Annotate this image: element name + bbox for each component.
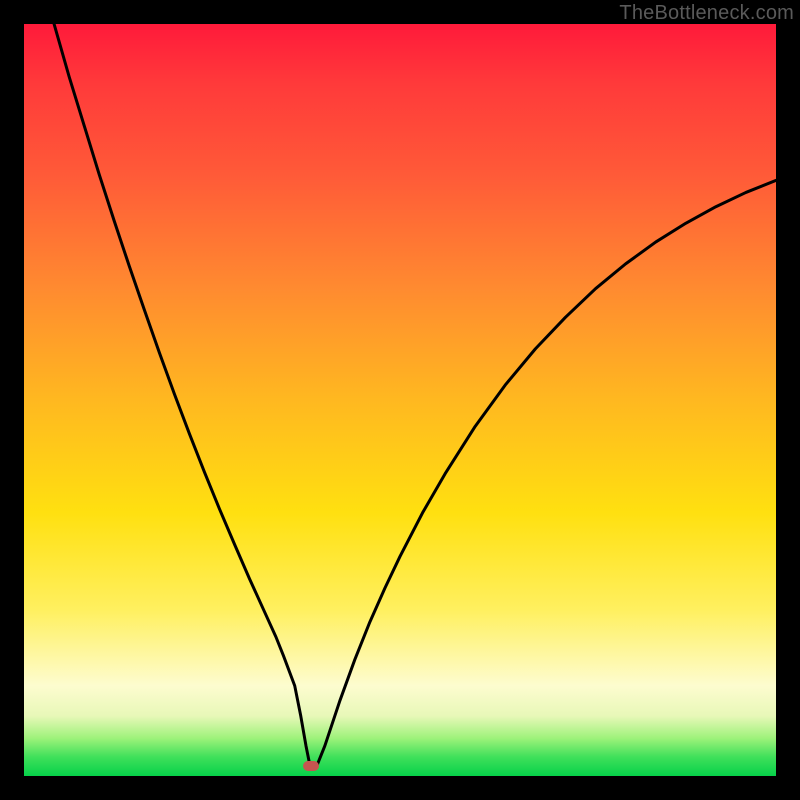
optimal-point-marker bbox=[303, 761, 319, 771]
chart-frame bbox=[24, 24, 776, 776]
chart-gradient-background bbox=[24, 24, 776, 776]
watermark-text: TheBottleneck.com bbox=[619, 2, 794, 25]
